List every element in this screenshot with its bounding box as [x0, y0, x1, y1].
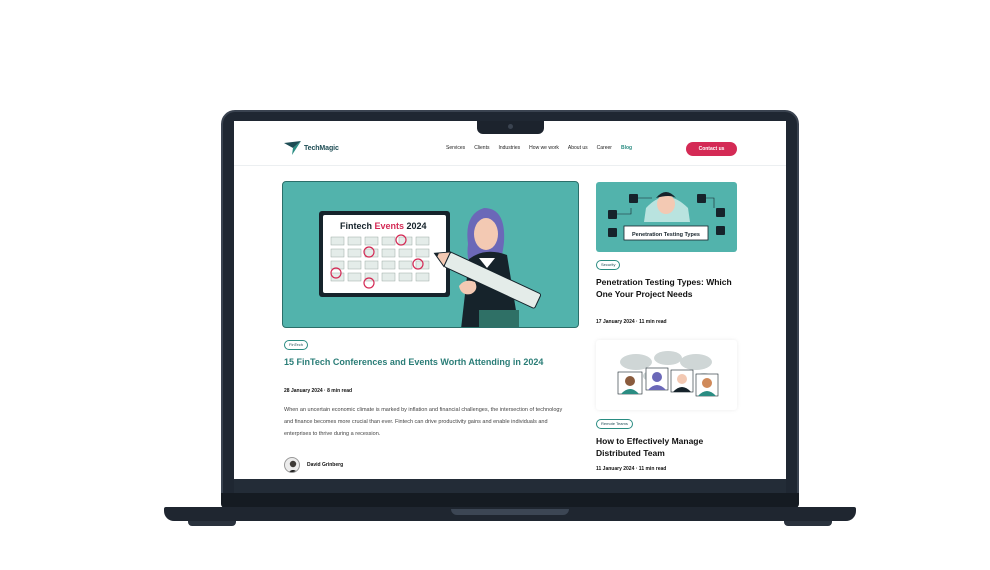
author-name: David Grinberg	[307, 462, 344, 468]
side-post-meta-security: 17 January 2024 · 11 min read	[596, 319, 667, 325]
laptop-foot-left	[188, 521, 236, 526]
side-post-meta-remote-teams: 11 January 2024 · 11 min read	[596, 466, 667, 472]
featured-post-image[interactable]: Fintech Events 2024	[282, 181, 579, 328]
nav-how-we-work[interactable]: How we work	[529, 145, 559, 151]
side-post-image-security[interactable]: Penetration Testing Types	[596, 182, 737, 252]
nav-blog[interactable]: Blog	[621, 145, 632, 151]
featured-post-tag[interactable]: FinTech	[284, 340, 309, 350]
nav-services[interactable]: Services	[446, 145, 465, 151]
camera-notch	[477, 121, 544, 134]
penetration-testing-illustration: Penetration Testing Types	[608, 192, 725, 241]
nav-about-us[interactable]: About us	[568, 145, 588, 151]
camera-icon	[508, 124, 513, 129]
side-post-image-remote-teams[interactable]	[596, 340, 737, 410]
site-logo[interactable]: TechMagic	[284, 141, 339, 155]
featured-post-excerpt: When an uncertain economic climate is ma…	[284, 407, 563, 437]
featured-post-title[interactable]: 15 FinTech Conferences and Events Worth …	[284, 356, 564, 368]
calendar-heading-events: Events	[375, 221, 405, 231]
logo-text: TechMagic	[304, 144, 339, 152]
laptop-hinge	[221, 493, 799, 508]
nav-industries[interactable]: Industries	[498, 145, 520, 151]
side-post-tag-remote-teams[interactable]: Remote Teams	[596, 419, 633, 429]
featured-post-author[interactable]: David Grinberg	[284, 457, 343, 473]
calendar-heading-year: 2024	[404, 221, 427, 231]
trackpad-notch	[451, 509, 569, 515]
side-post-tag-security[interactable]: Security	[596, 260, 621, 270]
fintech-events-illustration: Fintech Events 2024	[319, 208, 542, 327]
contact-us-button[interactable]: Contact us	[686, 142, 737, 156]
side-post-title-security[interactable]: Penetration Testing Types: Which One You…	[596, 276, 736, 300]
author-avatar	[284, 457, 300, 473]
calendar-heading-part1: Fintech	[340, 221, 375, 231]
side-post-title-remote-teams[interactable]: How to Effectively Manage Distributed Te…	[596, 435, 736, 459]
laptop-foot-right	[784, 521, 832, 526]
main-nav: Services Clients Industries How we work …	[446, 145, 632, 151]
techmagic-logo-icon	[284, 141, 301, 155]
svg-text:Fintech Events 2024: Fintech Events 2024	[340, 221, 427, 231]
image-caption: Penetration Testing Types	[632, 232, 700, 238]
nav-career[interactable]: Career	[597, 145, 612, 151]
nav-clients[interactable]: Clients	[474, 145, 489, 151]
featured-post-meta: 28 January 2024 · 8 min read	[284, 388, 353, 394]
screen-bezel-bottom	[234, 479, 786, 493]
browser-screen: TechMagic Services Clients Industries Ho…	[234, 121, 786, 479]
person-avatar-icon	[288, 460, 298, 472]
distributed-team-illustration	[617, 351, 719, 397]
